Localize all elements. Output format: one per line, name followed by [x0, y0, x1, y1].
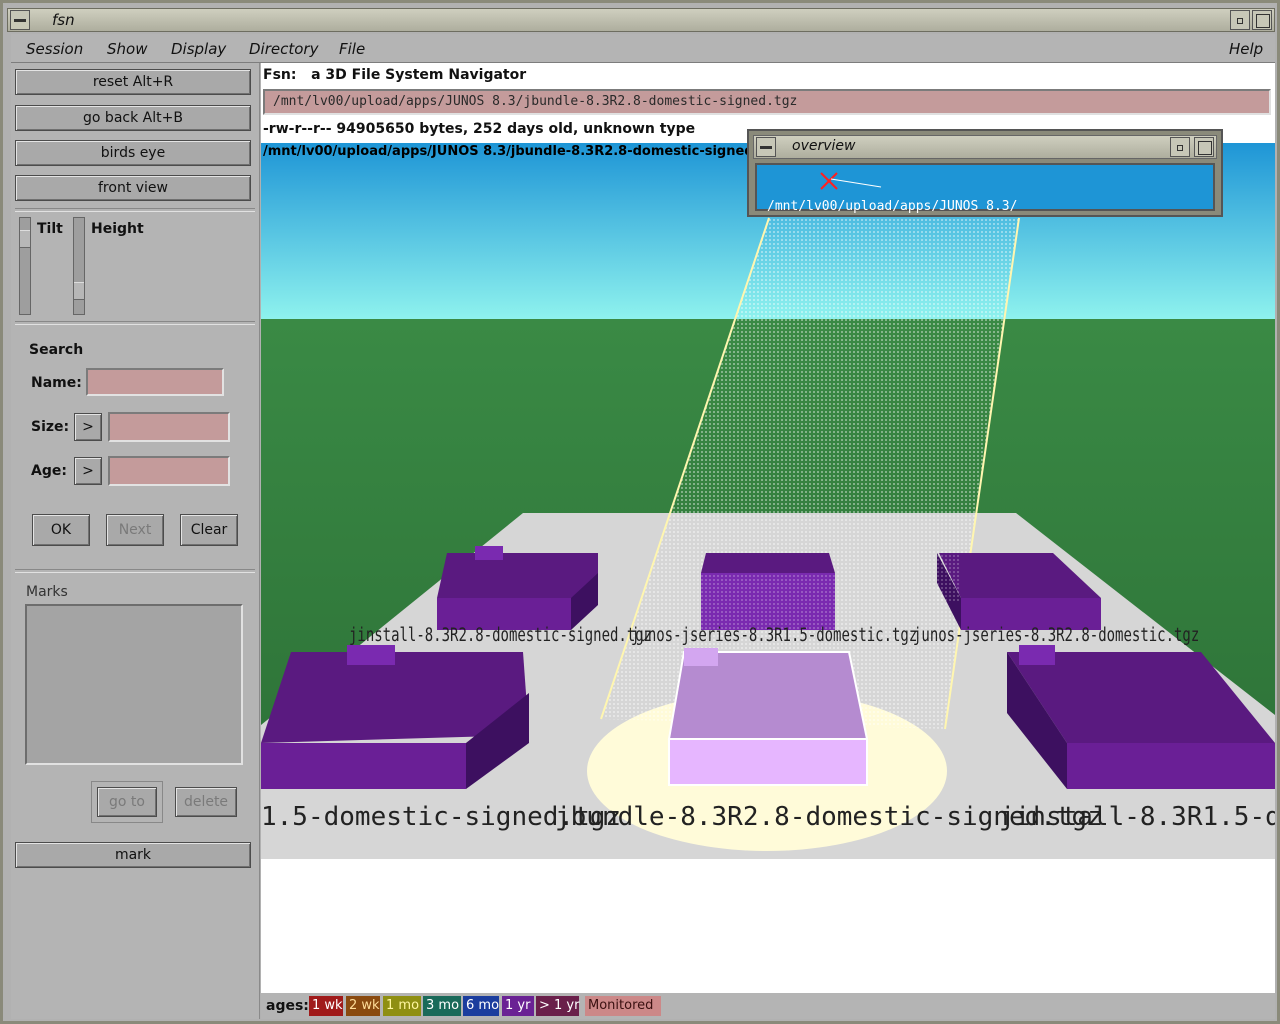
legend-1wk: 1 wk: [309, 996, 343, 1016]
age-search-input[interactable]: [108, 456, 230, 486]
file-label-back-left: jinstall-8.3R2.8-domestic-signed.tgz: [349, 624, 652, 645]
file-block-pattern: [701, 573, 835, 630]
menu-show[interactable]: Show: [107, 40, 147, 58]
file-block-marker[interactable]: [1019, 645, 1055, 665]
height-slider[interactable]: [73, 217, 85, 315]
ages-label: ages:: [266, 998, 309, 1014]
control-panel: reset Alt+R go back Alt+B birds eye fron…: [11, 63, 260, 1019]
tilt-slider[interactable]: [19, 217, 31, 315]
legend-1yr: 1 yr: [502, 996, 534, 1016]
minimize-icon: [1237, 18, 1243, 24]
overview-window[interactable]: overview /mnt/lv00/upload/apps/JUNOS 8.3…: [747, 129, 1223, 217]
current-path-field[interactable]: /mnt/lv00/upload/apps/JUNOS 8.3/jbundle-…: [263, 89, 1271, 115]
overview-title: overview: [792, 138, 856, 154]
age-legend: ages: 1 wk 2 wk 1 mo 3 mo 6 mo 1 yr > 1 …: [261, 993, 1275, 1019]
size-search-input[interactable]: [108, 412, 230, 442]
menu-file[interactable]: File: [339, 40, 365, 58]
file-block-front[interactable]: [1067, 743, 1275, 789]
app-header: Fsn: a 3D File System Navigator: [263, 67, 526, 83]
minimize-icon: [1177, 145, 1183, 151]
ok-button[interactable]: OK: [32, 514, 90, 546]
next-button[interactable]: Next: [106, 514, 164, 546]
file-info: -rw-r--r-- 94905650 bytes, 252 days old,…: [263, 121, 696, 137]
header-text: a 3D File System Navigator: [311, 67, 527, 83]
header-prefix: Fsn:: [263, 67, 297, 83]
overview-title-bar[interactable]: overview: [753, 135, 1217, 159]
title-bar[interactable]: fsn: [7, 8, 1275, 32]
minimize-button[interactable]: [1230, 10, 1250, 30]
tilt-slider-thumb[interactable]: [20, 230, 30, 248]
delete-button[interactable]: delete: [175, 787, 237, 817]
file-block-pattern: [937, 553, 961, 603]
legend-over-1yr: > 1 yr: [536, 996, 579, 1016]
fsn-window: fsn Session Show Display Directory File …: [0, 0, 1280, 1024]
reset-button[interactable]: reset Alt+R: [15, 69, 251, 95]
selected-file-block-marker[interactable]: [684, 648, 718, 666]
search-heading: Search: [29, 342, 84, 358]
window-menu-button[interactable]: [10, 10, 30, 30]
overview-map[interactable]: /mnt/lv00/upload/apps/JUNOS 8.3/: [755, 163, 1215, 214]
divider: [15, 208, 255, 212]
go-back-button[interactable]: go back Alt+B: [15, 105, 251, 131]
legend-monitored: Monitored: [585, 996, 661, 1016]
legend-1mo: 1 mo: [383, 996, 421, 1016]
height-slider-thumb[interactable]: [74, 282, 84, 300]
overview-path: /mnt/lv00/upload/apps/JUNOS 8.3/: [767, 199, 1018, 214]
menu-display[interactable]: Display: [171, 40, 226, 58]
clear-button[interactable]: Clear: [180, 514, 238, 546]
name-label: Name:: [31, 375, 82, 391]
selected-file-block-front[interactable]: [668, 738, 868, 786]
mark-button[interactable]: mark: [15, 842, 251, 868]
file-block-front[interactable]: [261, 743, 466, 789]
file-label-back-center: junos-jseries-8.3R1.5-domestic.tgz: [631, 624, 917, 645]
menu-session[interactable]: Session: [26, 40, 83, 58]
file-label-front-right: jinstall-8.3R1.5-domesti: [999, 802, 1275, 832]
maximize-icon: [1256, 14, 1270, 28]
overview-minimize-button[interactable]: [1170, 137, 1190, 157]
menu-bar: Session Show Display Directory File Help: [11, 34, 1275, 63]
divider: [15, 569, 255, 573]
size-label: Size:: [31, 419, 70, 435]
3d-scene[interactable]: jinstall-8.3R2.8-domestic-signed.tgz jun…: [261, 143, 1275, 859]
window-title: fsn: [52, 11, 75, 29]
overview-maximize-button[interactable]: [1194, 137, 1214, 157]
minus-icon: [14, 19, 26, 22]
file-label-back-right: junos-jseries-8.3R2.8-domestic.tgz: [913, 624, 1199, 645]
size-compare-button[interactable]: >: [74, 413, 102, 441]
divider: [15, 321, 255, 325]
legend-3mo: 3 mo: [423, 996, 461, 1016]
view-direction-line: [830, 178, 882, 188]
3d-scene-graphic[interactable]: jinstall-8.3R2.8-domestic-signed.tgz jun…: [261, 143, 1275, 859]
age-compare-button[interactable]: >: [74, 457, 102, 485]
tilt-label: Tilt: [37, 221, 63, 237]
file-block-top[interactable]: [701, 553, 835, 573]
go-to-button[interactable]: go to: [97, 787, 157, 817]
file-block-top[interactable]: [437, 553, 598, 598]
age-label: Age:: [31, 463, 67, 479]
legend-2wk: 2 wk: [346, 996, 380, 1016]
menu-help[interactable]: Help: [1229, 40, 1263, 58]
front-view-button[interactable]: front view: [15, 175, 251, 201]
maximize-button[interactable]: [1252, 10, 1272, 30]
file-block-marker[interactable]: [347, 645, 395, 665]
menu-directory[interactable]: Directory: [249, 40, 318, 58]
marks-label: Marks: [26, 584, 68, 600]
maximize-icon: [1198, 141, 1212, 155]
file-block-marker[interactable]: [475, 546, 503, 560]
height-label: Height: [91, 221, 144, 237]
scene-path-label: /mnt/lv00/upload/apps/JUNOS 8.3/jbundle-…: [263, 144, 782, 159]
name-search-input[interactable]: [86, 368, 224, 396]
minus-icon: [760, 146, 772, 149]
overview-menu-button[interactable]: [756, 137, 776, 157]
legend-6mo: 6 mo: [463, 996, 499, 1016]
marks-list[interactable]: [25, 604, 243, 765]
birds-eye-button[interactable]: birds eye: [15, 140, 251, 166]
